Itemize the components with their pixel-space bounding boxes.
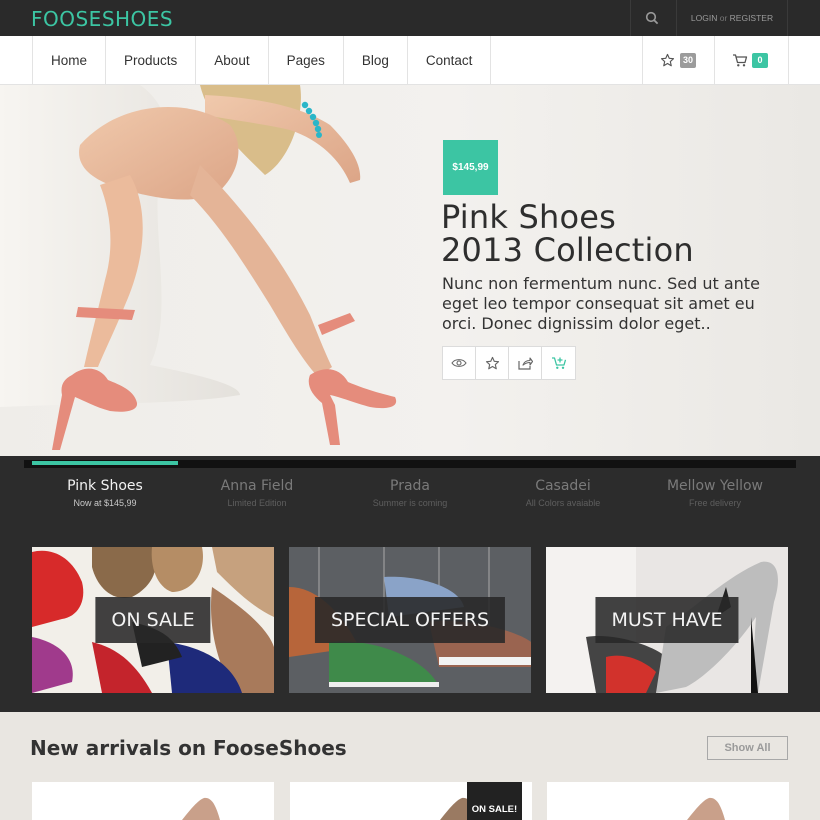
nav-item-contact[interactable]: Contact	[408, 36, 492, 85]
login-link[interactable]: LOGIN	[691, 13, 717, 23]
slider-tab-subtitle: Summer is coming	[372, 498, 448, 508]
slider-tab-mellow-yellow[interactable]: Mellow Yellow Free delivery	[642, 456, 794, 528]
cart-plus-icon	[551, 357, 566, 369]
slider-tab-name: Casadei	[535, 478, 591, 494]
nav-item-pages[interactable]: Pages	[269, 36, 344, 85]
show-all-button[interactable]: Show All	[707, 736, 788, 760]
product-card[interactable]: ON SALE!	[290, 782, 532, 820]
slider-tab-name: Prada	[390, 478, 430, 494]
star-icon	[485, 356, 499, 369]
search-button[interactable]	[630, 0, 675, 36]
slider-tab-subtitle: All Colors avaiable	[525, 498, 601, 508]
cart-count-badge: 0	[752, 53, 768, 68]
product-image	[687, 797, 725, 820]
main-nav: Home Products About Pages Blog Contact 3…	[0, 36, 820, 85]
cart-icon	[733, 54, 748, 67]
product-card[interactable]	[547, 782, 789, 820]
register-link[interactable]: REGISTER	[730, 13, 773, 23]
auth-links: LOGIN or REGISTER	[676, 0, 788, 36]
search-icon	[645, 11, 659, 25]
slider-tab-subtitle: Now at $145,99	[73, 498, 137, 508]
slider-tab-anna-field[interactable]: Anna Field Limited Edition	[184, 456, 336, 528]
slider-tab-indicator	[32, 461, 178, 465]
hero-slider: $145,99 Pink Shoes 2013 Collection Nunc …	[0, 85, 820, 456]
add-favorite-button[interactable]	[476, 347, 509, 379]
slider-tab-casadei[interactable]: Casadei All Colors avaiable	[490, 456, 642, 528]
product-card[interactable]	[32, 782, 274, 820]
nav-item-blog[interactable]: Blog	[344, 36, 408, 85]
cart-button[interactable]: 0	[715, 36, 789, 85]
promo-section: ON SALE SPECIAL OFFERS MUST HAVE	[0, 528, 820, 712]
hero-title-line-2: 2013 Collection	[441, 231, 694, 269]
slider-tab-subtitle: Limited Edition	[227, 498, 287, 508]
price-tag: $145,99	[443, 140, 498, 195]
new-arrivals-section: New arrivals on FooseShoes Show All ON S…	[0, 712, 820, 820]
nav-item-home[interactable]: Home	[33, 36, 107, 85]
slider-tabs: Pink Shoes Now at $145,99 Anna Field Lim…	[0, 456, 820, 528]
nav-item-products[interactable]: Products	[106, 36, 197, 85]
slider-tab-indicator	[337, 461, 483, 465]
auth-separator: or	[719, 13, 728, 23]
slider-tab-indicator	[642, 461, 788, 465]
slider-tab-name: Mellow Yellow	[666, 478, 764, 494]
slider-tab-indicator	[490, 461, 636, 465]
favorites-count-badge: 30	[680, 53, 697, 68]
hero-title: Pink Shoes 2013 Collection	[441, 201, 694, 267]
promo-label: SPECIAL OFFERS	[314, 597, 506, 643]
slider-tab-pink-shoes[interactable]: Pink Shoes Now at $145,99	[32, 456, 184, 528]
on-sale-badge: ON SALE!	[467, 782, 522, 820]
nav-menu: Home Products About Pages Blog Contact	[32, 36, 492, 85]
promo-label: ON SALE	[95, 597, 211, 643]
slider-tab-indicator	[184, 461, 330, 465]
product-image	[182, 797, 220, 820]
nav-item-about[interactable]: About	[196, 36, 269, 85]
hero-description: Nunc non fermentum nunc. Sed ut ante ege…	[442, 274, 760, 333]
slider-tab-subtitle: Free delivery	[688, 498, 742, 508]
promo-tile-on-sale[interactable]: ON SALE	[32, 547, 274, 693]
share-icon	[517, 356, 533, 370]
promo-tile-special-offers[interactable]: SPECIAL OFFERS	[289, 547, 531, 693]
hero-image	[0, 85, 397, 450]
hero-action-bar	[442, 346, 576, 380]
favorites-button[interactable]: 30	[642, 36, 715, 85]
star-icon	[660, 53, 675, 67]
slider-tab-name: Anna Field	[220, 478, 294, 494]
promo-tile-must-have[interactable]: MUST HAVE	[546, 547, 788, 693]
promo-label: MUST HAVE	[595, 597, 739, 643]
quick-view-button[interactable]	[443, 347, 476, 379]
share-button[interactable]	[509, 347, 542, 379]
section-title: New arrivals on FooseShoes	[30, 736, 347, 760]
slider-tab-name: Pink Shoes	[67, 478, 143, 494]
add-to-cart-button[interactable]	[542, 347, 575, 379]
slider-tab-prada[interactable]: Prada Summer is coming	[337, 456, 489, 528]
top-bar: FOOSESHOES LOGIN or REGISTER	[0, 0, 820, 36]
site-logo[interactable]: FOOSESHOES	[31, 7, 173, 31]
eye-icon	[451, 359, 467, 367]
